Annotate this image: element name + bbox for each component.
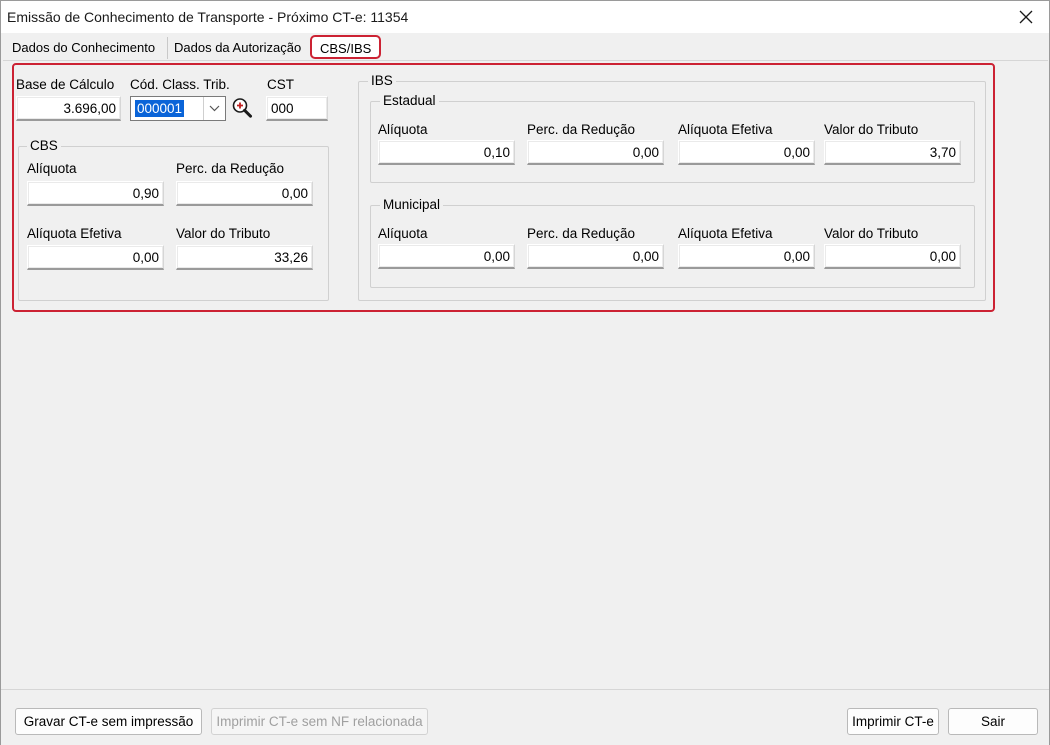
dropdown-arrow[interactable] [203, 97, 225, 120]
imprimir-cte-button[interactable]: Imprimir CT-e [847, 708, 939, 735]
municipal-valor-tributo-label: Valor do Tributo [824, 226, 919, 241]
ibs-group-title: IBS [368, 73, 396, 88]
chevron-down-icon [209, 105, 220, 112]
ibs-municipal-title: Municipal [380, 197, 444, 212]
estadual-perc-reducao-label: Perc. da Redução [527, 122, 636, 137]
main-window: Emissão de Conhecimento de Transporte - … [0, 0, 1050, 745]
imprimir-sem-nf-button[interactable]: Imprimir CT-e sem NF relacionada [211, 708, 428, 735]
estadual-aliquota-efetiva-field[interactable]: 0,00 [678, 140, 815, 165]
estadual-perc-reducao-field[interactable]: 0,00 [527, 140, 664, 165]
zoom-in-icon [232, 98, 252, 118]
municipal-aliquota-label: Alíquota [378, 226, 428, 241]
close-button[interactable] [1003, 1, 1049, 33]
cbs-valor-tributo-label: Valor do Tributo [176, 226, 271, 241]
municipal-valor-tributo-field[interactable]: 0,00 [824, 244, 961, 269]
window-title: Emissão de Conhecimento de Transporte - … [7, 9, 409, 25]
estadual-aliquota-field[interactable]: 0,10 [378, 140, 515, 165]
municipal-aliquota-field[interactable]: 0,00 [378, 244, 515, 269]
tab-strip: Dados do Conhecimento Dados da Autorizaç… [1, 35, 1049, 61]
cbs-aliquota-label: Alíquota [27, 161, 77, 176]
title-bar: Emissão de Conhecimento de Transporte - … [1, 1, 1049, 33]
cbs-aliquota-efetiva-label: Alíquota Efetiva [27, 226, 122, 241]
cbs-group-title: CBS [27, 138, 61, 153]
municipal-aliquota-efetiva-field[interactable]: 0,00 [678, 244, 815, 269]
tab-dados-conhecimento[interactable]: Dados do Conhecimento [6, 37, 161, 59]
gravar-sem-impressao-button[interactable]: Gravar CT-e sem impressão [15, 708, 202, 735]
cod-class-trib-select[interactable]: 000001 [130, 96, 226, 121]
cbs-valor-tributo-field[interactable]: 33,26 [176, 245, 313, 270]
municipal-perc-reducao-label: Perc. da Redução [527, 226, 636, 241]
estadual-valor-tributo-field[interactable]: 3,70 [824, 140, 961, 165]
base-calculo-field[interactable]: 3.696,00 [16, 96, 121, 121]
tab-cbs-ibs[interactable]: CBS/IBS [310, 35, 382, 59]
ibs-estadual-title: Estadual [380, 93, 439, 108]
estadual-valor-tributo-label: Valor do Tributo [824, 122, 919, 137]
cbs-aliquota-field[interactable]: 0,90 [27, 181, 164, 206]
cod-class-trib-value: 000001 [133, 99, 186, 118]
cst-field[interactable]: 000 [266, 96, 328, 121]
search-class-button[interactable] [230, 96, 254, 120]
bottom-button-bar: Gravar CT-e sem impressão Imprimir CT-e … [1, 689, 1049, 745]
cbs-perc-reducao-label: Perc. da Redução [176, 161, 285, 176]
estadual-aliquota-efetiva-label: Alíquota Efetiva [678, 122, 773, 137]
municipal-perc-reducao-field[interactable]: 0,00 [527, 244, 664, 269]
estadual-aliquota-label: Alíquota [378, 122, 428, 137]
close-icon [1019, 10, 1033, 24]
municipal-aliquota-efetiva-label: Alíquota Efetiva [678, 226, 773, 241]
cbs-perc-reducao-field[interactable]: 0,00 [176, 181, 313, 206]
sair-button[interactable]: Sair [948, 708, 1038, 735]
cbs-aliquota-efetiva-field[interactable]: 0,00 [27, 245, 164, 270]
base-calculo-label: Base de Cálculo [16, 77, 115, 92]
cod-class-trib-label: Cód. Class. Trib. [130, 77, 230, 92]
tab-dados-autorizacao[interactable]: Dados da Autorização [167, 37, 307, 59]
cst-label: CST [267, 77, 294, 92]
